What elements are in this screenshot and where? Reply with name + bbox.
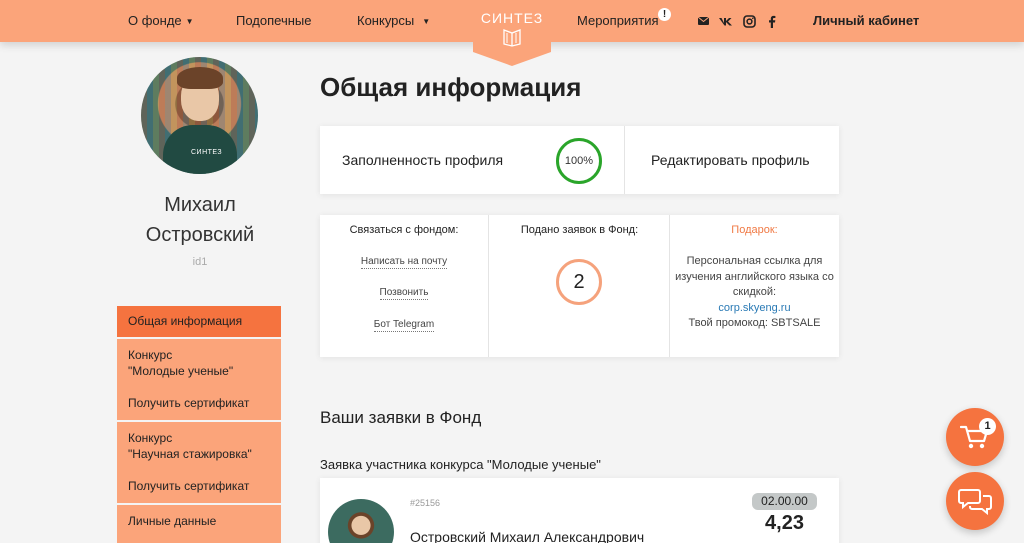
avatar: СИНТЕЗ <box>141 57 258 174</box>
applications-title: Подано заявок в Фонд: <box>520 224 639 236</box>
logo-pointer <box>473 52 551 66</box>
sidebar-menu: Общая информация Конкурс "Молодые ученые… <box>117 306 281 543</box>
sidebar-item-label: Конкурс "Научная стажировка" <box>128 431 252 461</box>
sidebar-item-certificate-1[interactable]: Получить сертификат <box>117 387 281 420</box>
contact-title: Связаться с фондом: <box>349 224 459 236</box>
cart-button[interactable] <box>946 408 1004 466</box>
application-heading: Заявка участника конкурса "Молодые учены… <box>320 457 601 472</box>
nav-about-label: О фонде <box>128 13 182 28</box>
sidebar-item-label: Конкурс "Молодые ученые" <box>128 348 234 378</box>
sidebar-item-contest-young-scientists[interactable]: Конкурс "Молодые ученые" <box>117 339 281 387</box>
site-logo[interactable]: СИНТЕЗ <box>473 0 551 52</box>
nav-cabinet[interactable]: Личный кабинет <box>813 0 919 42</box>
gift-title: Подарок: <box>731 224 778 236</box>
events-notification-badge: ! <box>658 8 671 21</box>
call-link-label: Позвонить <box>379 287 429 300</box>
score-value: 4,23 <box>765 512 804 534</box>
card-divider <box>624 126 625 194</box>
score-label-badge: 02.00.00 <box>752 493 817 510</box>
shirt-logo: СИНТЕЗ <box>191 149 223 156</box>
chat-icon <box>958 489 992 515</box>
gift-text: Персональная ссылка для изучения английс… <box>675 255 834 298</box>
profile-name: Михаил Островский <box>145 194 255 246</box>
nav-events[interactable]: Мероприятия <box>577 0 659 42</box>
sidebar-item-label: Общая информация <box>128 314 243 328</box>
applicant-name: Островский Михаил Александрович <box>410 529 645 543</box>
info-card: Связаться с фондом: Написать на почту По… <box>320 215 839 357</box>
promo-code: Твой промокод: SBTSALE <box>688 317 821 329</box>
facebook-icon[interactable] <box>765 14 779 28</box>
applications-count: 2 <box>556 259 602 305</box>
page-title: Общая информация <box>320 72 582 102</box>
application-number: #25156 <box>410 498 441 508</box>
completeness-label: Заполненность профиля <box>342 152 504 168</box>
telegram-bot-label: Бот Telegram <box>373 319 435 332</box>
card-divider <box>488 215 489 357</box>
nav-about[interactable]: О фонде ▼ <box>128 0 194 42</box>
nav-contests-label: Конкурсы <box>357 13 415 28</box>
cart-count-badge: 1 <box>979 418 996 435</box>
mail-icon[interactable] <box>696 14 710 28</box>
applications-section-title: Ваши заявки в Фонд <box>320 408 482 427</box>
nav-wards[interactable]: Подопечные <box>236 0 311 42</box>
sidebar-item-label: Получить сертификат <box>128 479 250 493</box>
email-link[interactable]: Написать на почту <box>320 256 488 269</box>
profile-summary-card: Заполненность профиля 100% Редактировать… <box>320 126 839 194</box>
edit-profile-link[interactable]: Редактировать профиль <box>651 152 810 168</box>
instagram-icon[interactable] <box>742 14 756 28</box>
gift-description: Персональная ссылка для изучения английс… <box>670 254 839 332</box>
sidebar-item-contest-internship[interactable]: Конкурс "Научная стажировка" <box>117 422 281 470</box>
vk-icon[interactable] <box>719 14 733 28</box>
telegram-bot-link[interactable]: Бот Telegram <box>320 319 488 332</box>
sidebar-item-personal-data[interactable]: Личные данные <box>117 505 281 543</box>
chat-button[interactable] <box>946 472 1004 530</box>
chevron-down-icon: ▼ <box>422 17 431 26</box>
logo-text: СИНТЕЗ <box>480 10 544 26</box>
chevron-down-icon: ▼ <box>185 17 194 26</box>
completeness-ring: 100% <box>556 138 602 184</box>
sidebar-item-general-info[interactable]: Общая информация <box>117 306 281 337</box>
nav-contests[interactable]: Конкурсы ▼ <box>357 0 430 42</box>
call-link[interactable]: Позвонить <box>320 287 488 300</box>
book-icon <box>503 29 521 47</box>
gift-link[interactable]: corp.skyeng.ru <box>718 302 790 314</box>
profile-id: id1 <box>192 256 208 268</box>
sidebar-item-label: Личные данные <box>128 514 217 528</box>
sidebar-item-label: Получить сертификат <box>128 396 250 410</box>
sidebar-item-certificate-2[interactable]: Получить сертификат <box>117 470 281 503</box>
email-link-label: Написать на почту <box>360 256 448 269</box>
